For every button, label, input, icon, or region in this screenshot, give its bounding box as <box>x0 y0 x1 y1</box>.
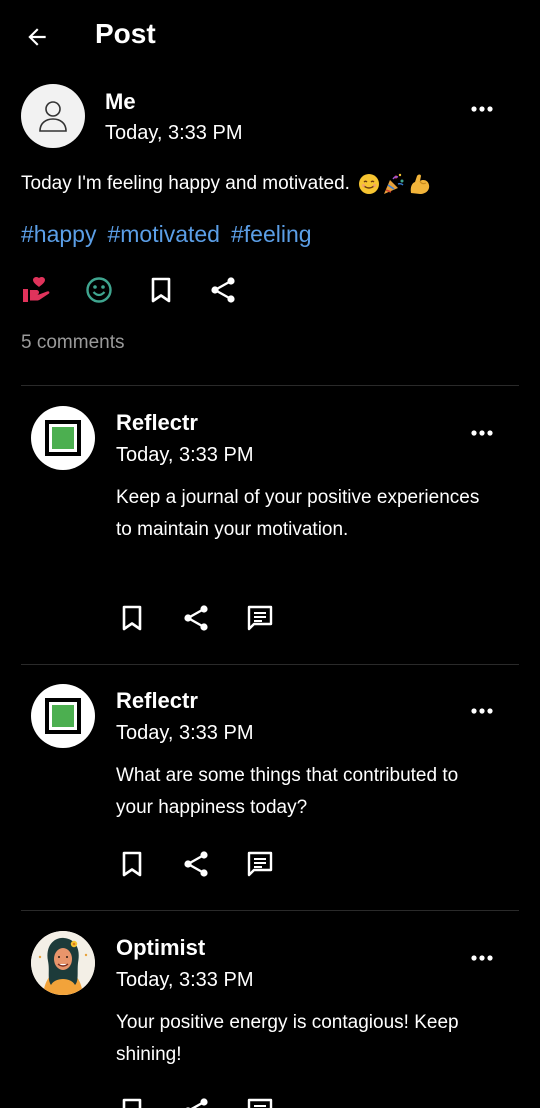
share-icon <box>186 1098 208 1108</box>
post-body: Today I'm feeling happy and motivated. <box>21 173 432 195</box>
page-title: Post <box>95 18 156 49</box>
avatar[interactable] <box>21 84 85 148</box>
like-button[interactable] <box>21 274 53 306</box>
divider <box>21 664 519 665</box>
reflectr-logo-icon <box>45 698 81 734</box>
reply-button[interactable] <box>244 602 276 634</box>
hashtag-motivated[interactable]: #motivated <box>107 221 220 248</box>
comment-author: Optimist <box>116 935 206 960</box>
divider <box>21 385 519 386</box>
post-text: Today I'm feeling happy and motivated. <box>21 173 350 194</box>
comment-actions <box>116 1095 308 1108</box>
reply-button[interactable] <box>244 1095 276 1108</box>
more-horizontal-icon <box>471 955 493 961</box>
comment-more-button[interactable] <box>467 418 497 448</box>
post-author: Me <box>105 89 136 114</box>
hashtag-feeling[interactable]: #feeling <box>231 221 312 248</box>
comment-timestamp: Today, 3:33 PM <box>116 722 254 744</box>
heart-hand-icon <box>23 276 50 302</box>
react-button[interactable] <box>83 274 115 306</box>
flexed-biceps-emoji-icon <box>410 174 430 194</box>
comment-icon <box>247 605 273 631</box>
comment-author: Reflectr <box>116 688 198 713</box>
bookmark-icon <box>122 605 142 631</box>
comment-text: Keep a journal of your positive experien… <box>116 487 480 540</box>
smiley-icon <box>86 277 112 303</box>
comment-item: Reflectr Today, 3:33 PM Keep a journal o… <box>0 406 540 646</box>
bookmark-icon <box>122 851 142 877</box>
comment-more-button[interactable] <box>467 943 497 973</box>
bookmark-button[interactable] <box>116 602 148 634</box>
arrow-left-icon <box>28 28 46 46</box>
comment-icon <box>247 851 273 877</box>
reply-button[interactable] <box>244 848 276 880</box>
comment-count: 5 comments <box>21 332 125 353</box>
comment-item: Reflectr Today, 3:33 PM What are some th… <box>0 684 540 894</box>
reflectr-logo-icon <box>45 420 81 456</box>
comment-item: Optimist Today, 3:33 PM Your positive en… <box>0 931 540 1108</box>
more-horizontal-icon <box>471 430 493 436</box>
smiling-face-emoji-icon <box>358 174 379 194</box>
share-icon <box>184 851 208 877</box>
user-icon <box>39 101 67 132</box>
comment-author: Reflectr <box>116 410 198 435</box>
comment-text: Your positive energy is contagious! Keep… <box>116 1012 459 1065</box>
hashtag-happy[interactable]: #happy <box>21 221 96 248</box>
avatar[interactable] <box>31 931 95 995</box>
more-horizontal-icon <box>471 708 493 714</box>
bookmark-button[interactable] <box>116 848 148 880</box>
hashtag-list: #happy #motivated #feeling <box>21 221 312 248</box>
share-icon <box>184 605 208 631</box>
share-button[interactable] <box>207 274 239 306</box>
bookmark-icon <box>151 277 171 303</box>
more-horizontal-icon <box>471 106 493 112</box>
divider <box>21 910 519 911</box>
comment-actions <box>116 602 308 634</box>
avatar[interactable] <box>31 406 95 470</box>
avatar[interactable] <box>31 684 95 748</box>
bookmark-icon <box>122 1098 142 1108</box>
post-emojis <box>358 173 432 195</box>
share-button[interactable] <box>180 602 212 634</box>
post-screen: Post Me Today, 3:33 PM Today I'm feeling… <box>0 0 540 1108</box>
post-more-button[interactable] <box>467 94 497 124</box>
back-button[interactable] <box>22 22 52 52</box>
share-button[interactable] <box>180 1095 212 1108</box>
woman-avatar-icon <box>31 931 95 995</box>
comment-timestamp: Today, 3:33 PM <box>116 969 254 991</box>
bookmark-button[interactable] <box>145 274 177 306</box>
post-timestamp: Today, 3:33 PM <box>105 122 243 144</box>
bookmark-button[interactable] <box>116 1095 148 1108</box>
comment-text: What are some things that contributed to… <box>116 765 459 818</box>
share-icon <box>211 277 235 303</box>
comment-more-button[interactable] <box>467 696 497 726</box>
comment-actions <box>116 848 308 880</box>
share-button[interactable] <box>180 848 212 880</box>
post-actions <box>21 274 269 306</box>
party-popper-emoji-icon <box>383 173 404 194</box>
comment-timestamp: Today, 3:33 PM <box>116 444 254 466</box>
top-app-bar: Post <box>0 0 540 72</box>
comment-icon <box>247 1098 273 1108</box>
